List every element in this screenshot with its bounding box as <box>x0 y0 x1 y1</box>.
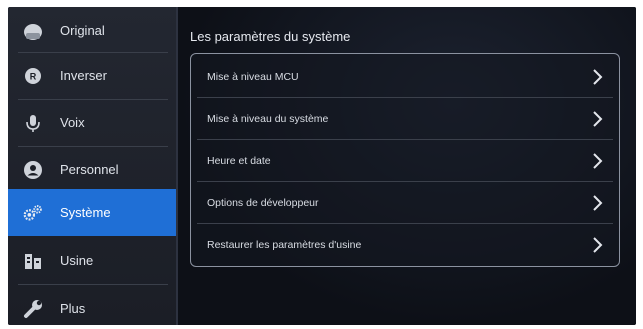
svg-text:R: R <box>30 71 37 81</box>
option-label: Options de développeur <box>207 196 319 209</box>
sidebar-item-systeme[interactable]: Système <box>8 189 176 236</box>
option-developer[interactable]: Options de développeur <box>191 182 619 223</box>
microphone-icon <box>22 112 44 134</box>
sidebar-item-personnel[interactable]: Personnel <box>8 146 176 193</box>
gears-icon <box>22 202 44 224</box>
option-factory-reset[interactable]: Restaurer les paramètres d'usine <box>191 224 619 265</box>
option-system-upgrade[interactable]: Mise à niveau du système <box>191 98 619 139</box>
option-label: Mise à niveau MCU <box>207 70 299 83</box>
settings-list: Mise à niveau MCU Mise à niveau du systè… <box>190 53 620 267</box>
sidebar: Original R Inverser Voix Personnel Systè… <box>8 7 176 325</box>
page-title: Les paramètres du système <box>190 29 351 44</box>
option-mcu-upgrade[interactable]: Mise à niveau MCU <box>191 56 619 97</box>
chevron-right-icon <box>591 194 605 212</box>
wrench-icon <box>22 298 44 320</box>
sidebar-item-label: Usine <box>60 253 94 268</box>
chevron-right-icon <box>591 68 605 86</box>
sidebar-item-original[interactable]: Original <box>8 7 176 54</box>
option-time-date[interactable]: Heure et date <box>191 140 619 181</box>
chevron-right-icon <box>591 236 605 254</box>
sidebar-item-voix[interactable]: Voix <box>8 99 176 146</box>
option-label: Mise à niveau du système <box>207 112 329 125</box>
sidebar-item-label: Plus <box>60 301 86 316</box>
original-icon <box>22 20 44 42</box>
sidebar-item-plus[interactable]: Plus <box>8 285 176 325</box>
chevron-right-icon <box>591 152 605 170</box>
sidebar-item-label: Inverser <box>60 68 107 83</box>
sidebar-item-inverser[interactable]: R Inverser <box>8 52 176 99</box>
person-icon <box>22 159 44 181</box>
sidebar-item-label: Système <box>60 205 111 220</box>
main-panel: Les paramètres du système Mise à niveau … <box>178 7 636 325</box>
screen: Original R Inverser Voix Personnel Systè… <box>8 7 636 325</box>
sidebar-item-usine[interactable]: Usine <box>8 237 176 284</box>
chevron-right-icon <box>591 110 605 128</box>
sidebar-item-label: Personnel <box>60 162 119 177</box>
factory-icon <box>22 250 44 272</box>
inverser-icon: R <box>22 65 44 87</box>
sidebar-item-label: Voix <box>60 115 85 130</box>
option-label: Heure et date <box>207 154 271 167</box>
sidebar-item-label: Original <box>60 23 105 38</box>
option-label: Restaurer les paramètres d'usine <box>207 238 362 251</box>
